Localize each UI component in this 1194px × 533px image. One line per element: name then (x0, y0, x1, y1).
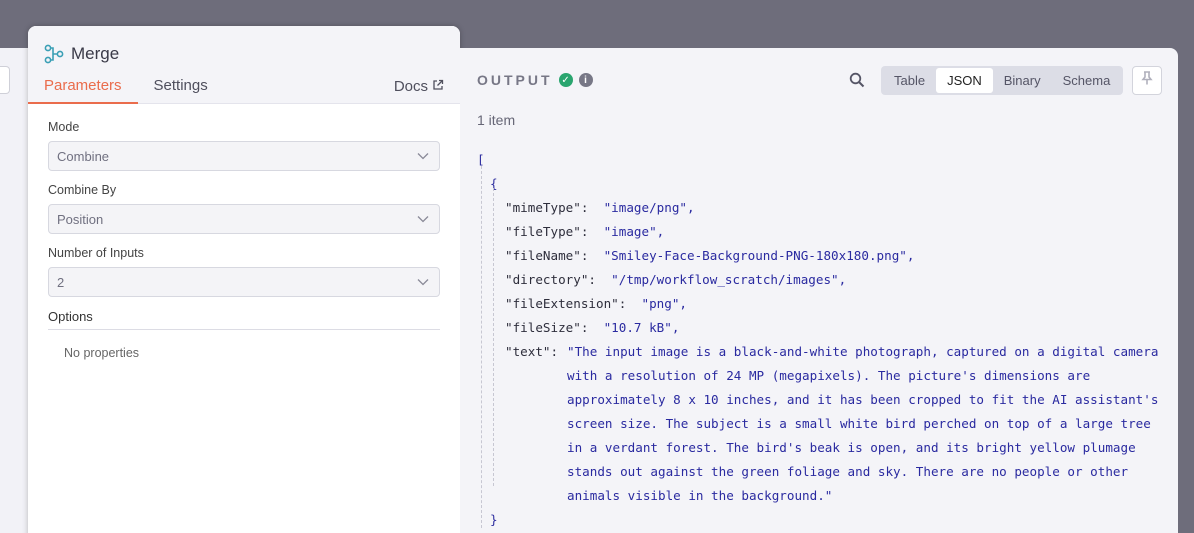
json-bracket: [ (477, 152, 485, 167)
chevron-down-icon (417, 147, 429, 165)
view-tab-table[interactable]: Table (883, 68, 936, 93)
output-title-label: OUTPUT (477, 72, 553, 88)
json-value: "image", (603, 224, 665, 239)
json-line: [ (477, 148, 1177, 172)
json-field-row: "mimeType": "image/png", (477, 196, 1177, 220)
json-text-value-line: in a verdant forest. The bird's beak is … (567, 440, 1136, 455)
combine-by-select[interactable]: Position (48, 204, 440, 234)
json-viewer: [ { "mimeType": "image/png", "fileType": … (477, 148, 1177, 533)
json-value: "Smiley-Face-Background-PNG-180x180.png"… (603, 248, 915, 263)
number-of-inputs-select[interactable]: 2 (48, 267, 440, 297)
success-check-icon: ✓ (558, 73, 573, 87)
combine-by-label: Combine By (48, 183, 117, 197)
json-text-value-line: "The input image is a black-and-white ph… (567, 344, 1159, 359)
json-text-value-line: approximately 8 x 10 inches, and it has … (567, 392, 1159, 407)
docs-label: Docs (393, 78, 428, 95)
output-panel: OUTPUT ✓ i Table JSON Binary Schema 1 it… (460, 48, 1178, 533)
json-text-value-line: screen size. The subject is a small whit… (567, 416, 1151, 431)
mode-label: Mode (48, 120, 80, 134)
parameters-body: Mode Combine Combine By Position Number … (28, 104, 460, 360)
search-icon[interactable] (849, 72, 865, 93)
parameters-header: Merge Parameters Settings Docs (28, 26, 460, 104)
parameters-panel: Merge Parameters Settings Docs Mode Comb… (28, 26, 460, 533)
items-count: 1 item (477, 112, 516, 128)
json-value: "/tmp/workflow_scratch/images", (611, 272, 847, 287)
mode-value: Combine (57, 148, 110, 164)
info-icon[interactable]: i (578, 73, 593, 87)
node-title-label: Merge (71, 44, 120, 63)
docs-link[interactable]: Docs (394, 78, 444, 95)
view-tab-schema[interactable]: Schema (1052, 68, 1122, 93)
combine-by-value: Position (57, 211, 104, 227)
json-line: { (477, 172, 1177, 196)
number-of-inputs-field: Number of Inputs 2 (48, 246, 440, 297)
json-field-row: "fileSize": "10.7 kB", (477, 316, 1177, 340)
json-key: "fileName": (505, 248, 589, 263)
json-value: "image/png", (603, 200, 695, 215)
view-tab-json[interactable]: JSON (936, 68, 993, 93)
external-link-icon (432, 78, 444, 95)
view-tab-binary[interactable]: Binary (993, 68, 1052, 93)
json-key: "fileExtension": (505, 296, 627, 311)
json-brace: } (490, 512, 498, 527)
tab-parameters[interactable]: Parameters (28, 77, 138, 104)
merge-icon (44, 44, 64, 64)
json-text-value-line: stands out against the green foliage and… (567, 464, 1129, 479)
mode-select[interactable]: Combine (48, 141, 440, 171)
json-text-value-line: with a resolution of 24 MP (megapixels).… (567, 368, 1091, 383)
json-field-row: "fileExtension": "png", (477, 292, 1177, 316)
pin-data-button[interactable] (1132, 66, 1162, 95)
options-label: Options (48, 309, 440, 330)
number-of-inputs-value: 2 (57, 274, 65, 290)
json-key: "directory": (505, 272, 596, 287)
chevron-down-icon (417, 210, 429, 228)
mode-field: Mode Combine (48, 120, 440, 171)
json-line: } (477, 508, 1177, 532)
json-key: "fileType": (505, 224, 589, 239)
number-of-inputs-label: Number of Inputs (48, 246, 144, 260)
node-title: Merge (44, 44, 119, 64)
input-panel-field[interactable] (0, 66, 10, 94)
json-key: "fileSize": (505, 320, 589, 335)
json-field-row: "fileType": "image", (477, 220, 1177, 244)
parameters-tabs: Parameters Settings (28, 77, 224, 104)
json-value: "png", (641, 296, 688, 311)
json-field-row: "fileName": "Smiley-Face-Background-PNG-… (477, 244, 1177, 268)
json-value: "10.7 kB", (603, 320, 680, 335)
input-panel-edge (0, 48, 28, 533)
output-title: OUTPUT ✓ i (477, 72, 593, 88)
output-view-tabs: Table JSON Binary Schema (881, 66, 1124, 95)
chevron-down-icon (417, 273, 429, 291)
json-key: "mimeType": (505, 200, 589, 215)
tab-settings[interactable]: Settings (138, 77, 224, 104)
combine-by-field: Combine By Position (48, 183, 440, 234)
pin-icon (1141, 71, 1153, 90)
json-text-value-line: animals visible in the background." (567, 488, 833, 503)
no-properties-text: No properties (64, 346, 140, 360)
json-field-row: "directory": "/tmp/workflow_scratch/imag… (477, 268, 1177, 292)
